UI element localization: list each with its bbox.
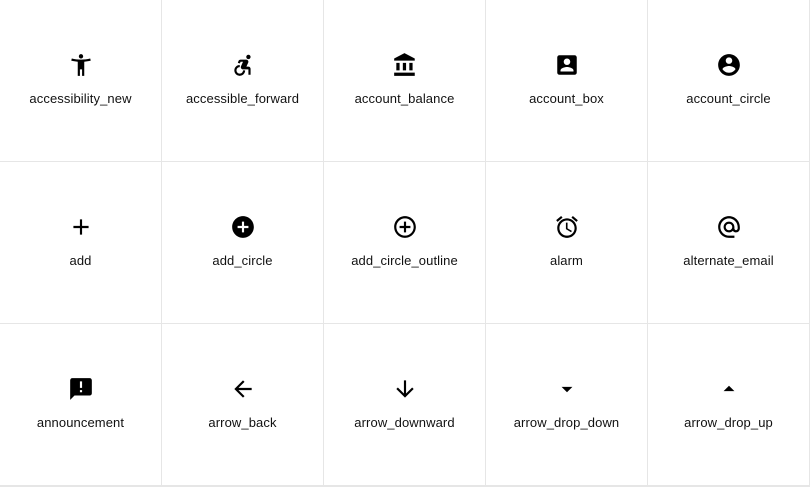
icon-tile-accessible-forward[interactable]: accessible_forward xyxy=(162,0,323,161)
arrow-downward-icon xyxy=(392,376,418,402)
icon-label: announcement xyxy=(36,415,125,430)
account-balance-icon xyxy=(392,52,418,78)
icon-tile-arrow-back[interactable]: arrow_back xyxy=(162,324,323,485)
add-circle-icon xyxy=(230,214,256,240)
account-box-icon xyxy=(554,52,580,78)
icon-tile-accessibility-new[interactable]: accessibility_new xyxy=(0,0,161,161)
icon-tile-arrow-drop-up[interactable]: arrow_drop_up xyxy=(648,324,809,485)
account-circle-icon xyxy=(716,52,742,78)
icon-tile-arrow-drop-down[interactable]: arrow_drop_down xyxy=(486,324,647,485)
icon-tile-add-circle[interactable]: add_circle xyxy=(162,162,323,323)
icon-label: arrow_downward xyxy=(354,415,455,430)
icon-label: add xyxy=(69,253,92,268)
icon-tile-account-balance[interactable]: account_balance xyxy=(324,0,485,161)
arrow-drop-down-icon xyxy=(554,376,580,402)
add-circle-outline-icon xyxy=(392,214,418,240)
alternate-email-icon xyxy=(716,214,742,240)
alarm-icon xyxy=(554,214,580,240)
icon-label: alarm xyxy=(549,253,583,268)
icon-label: add_circle_outline xyxy=(351,253,458,268)
accessible-forward-icon xyxy=(230,52,256,78)
add-icon xyxy=(68,214,94,240)
icon-tile-add[interactable]: add xyxy=(0,162,161,323)
icon-tile-alarm[interactable]: alarm xyxy=(486,162,647,323)
icon-tile-announcement[interactable]: announcement xyxy=(0,324,161,485)
icon-label: arrow_drop_up xyxy=(684,415,773,430)
icon-label: account_balance xyxy=(354,91,455,106)
icon-tile-account-circle[interactable]: account_circle xyxy=(648,0,809,161)
announcement-icon xyxy=(68,376,94,402)
icon-label: arrow_drop_down xyxy=(513,415,620,430)
icon-tile-add-circle-outline[interactable]: add_circle_outline xyxy=(324,162,485,323)
icon-tile-alternate-email[interactable]: alternate_email xyxy=(648,162,809,323)
arrow-back-icon xyxy=(230,376,256,402)
icon-label: accessibility_new xyxy=(29,91,132,106)
icon-label: accessible_forward xyxy=(185,91,300,106)
icon-grid: accessibility_new accessible_forward acc… xyxy=(0,0,810,487)
accessibility-new-icon xyxy=(68,52,94,78)
arrow-drop-up-icon xyxy=(716,376,742,402)
icon-tile-account-box[interactable]: account_box xyxy=(486,0,647,161)
icon-label: add_circle xyxy=(212,253,273,268)
icon-tile-arrow-downward[interactable]: arrow_downward xyxy=(324,324,485,485)
icon-label: account_circle xyxy=(686,91,771,106)
icon-label: arrow_back xyxy=(208,415,277,430)
icon-label: alternate_email xyxy=(683,253,774,268)
icon-label: account_box xyxy=(529,91,604,106)
